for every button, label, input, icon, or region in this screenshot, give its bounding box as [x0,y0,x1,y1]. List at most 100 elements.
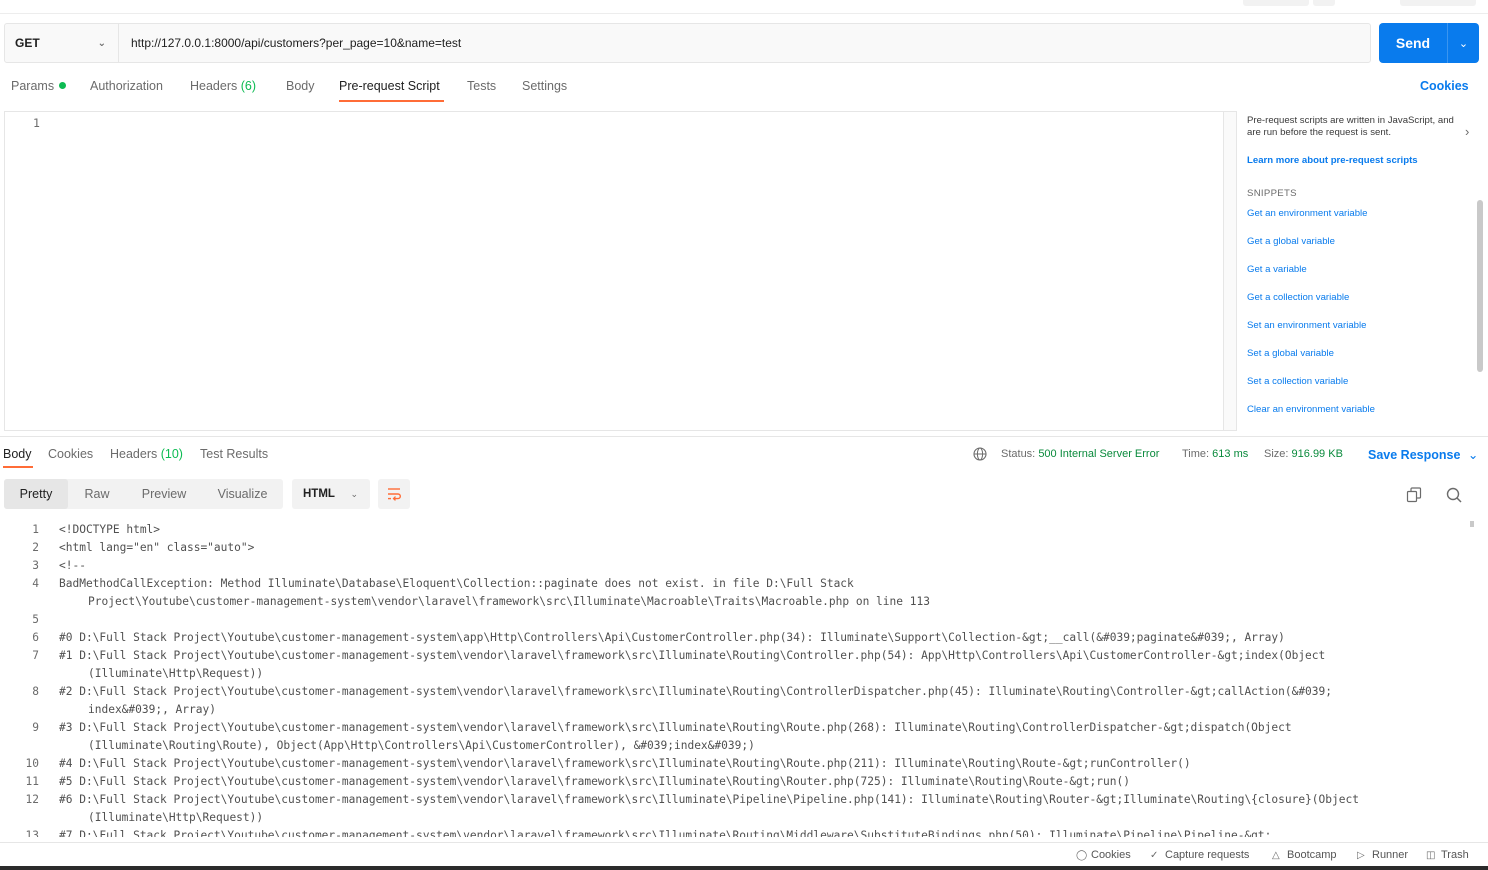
format-select[interactable]: HTML ⌄ [292,479,370,509]
snippet-item[interactable]: Set an environment variable [1247,320,1366,331]
response-body-code[interactable]: 1 <!DOCTYPE html> 2 <html lang="en" class="… [0,521,1466,837]
pane-divider[interactable] [0,436,1488,437]
code-line: 1 <!DOCTYPE html> [0,521,1466,539]
footer-runner[interactable]: ▷ Runner [1357,849,1408,861]
chevron-down-icon: ⌄ [350,488,358,499]
footer-runner-label: Runner [1372,849,1409,861]
cookies-link[interactable]: Cookies [1420,79,1469,93]
runner-icon: ▷ [1357,850,1365,861]
snippet-item[interactable]: Set a global variable [1247,348,1334,359]
code-line-text: #7 D:\Full Stack Project\Youtube\custome… [59,829,1272,837]
time-info: Time: 613 ms [1182,448,1248,460]
code-line-number: 1 [32,523,39,536]
search-icon[interactable] [1445,486,1463,504]
snippet-item[interactable]: Get a collection variable [1247,292,1349,303]
footer-capture-requests[interactable]: ✓ Capture requests [1150,849,1249,861]
tab-body[interactable]: Body [286,79,315,93]
request-url-bar: GET ⌄ http://127.0.0.1:8000/api/customer… [4,23,1371,63]
code-line: (Illuminate\Http\Request)) [0,809,1466,827]
view-mode-switcher: Pretty Raw Preview Visualize [4,479,283,509]
tab-tests[interactable]: Tests [467,79,496,93]
footer-bootcamp[interactable]: △ Bootcamp [1272,849,1337,861]
top-ghost-button[interactable] [1243,0,1309,6]
code-line-text: (Illuminate\Routing\Route), Object(App\H… [88,739,755,752]
tab-label: Params [11,79,55,93]
send-button[interactable]: Send [1379,23,1447,63]
tab-pre-request-script[interactable]: Pre-request Script [339,79,440,93]
code-line-text: #2 D:\Full Stack Project\Youtube\custome… [59,685,1332,698]
view-preview-button[interactable]: Preview [126,479,202,509]
tab-params[interactable]: Params [11,79,67,93]
tab-settings[interactable]: Settings [522,79,567,93]
capture-icon: ✓ [1150,850,1159,861]
size-info: Size: 916.99 KB [1264,448,1343,460]
snippets-description: Pre-request scripts are written in JavaS… [1247,115,1454,138]
view-pretty-button[interactable]: Pretty [4,479,68,509]
code-line: 7 #1 D:\Full Stack Project\Youtube\custom… [0,647,1466,665]
code-line-text: #1 D:\Full Stack Project\Youtube\custome… [59,649,1326,662]
snippet-item[interactable]: Get an environment variable [1247,208,1368,219]
tab-label: Headers [190,79,238,93]
snippets-scrollbar[interactable] [1477,200,1483,372]
code-line: Project\Youtube\customer-management-syst… [0,593,1466,611]
code-line-text: <html lang="en" class="auto"> [59,541,255,554]
snippet-item[interactable]: Clear an environment variable [1247,404,1375,415]
snippet-item[interactable]: Set a collection variable [1247,376,1348,387]
send-options-button[interactable]: ⌄ [1447,23,1479,63]
code-line-number: 6 [32,631,39,644]
code-line-number: 3 [32,559,39,572]
response-scrollbar[interactable] [1470,521,1474,527]
code-line-text: (Illuminate\Http\Request)) [88,811,264,824]
copy-icon[interactable] [1405,486,1423,504]
code-line-number: 8 [32,685,39,698]
code-line-text: #6 D:\Full Stack Project\Youtube\custome… [59,793,1359,806]
window-bottom-edge [0,866,1488,870]
code-line-text: BadMethodCallException: Method Illuminat… [59,577,854,590]
editor-scrollbar[interactable] [1224,111,1237,431]
snippet-item[interactable]: Get a variable [1247,264,1307,275]
footer-bootcamp-label: Bootcamp [1287,849,1337,861]
learn-more-link[interactable]: Learn more about pre-request scripts [1247,155,1418,166]
footer-cookies-label: Cookies [1091,849,1131,861]
view-visualize-button[interactable]: Visualize [202,479,283,509]
url-input[interactable]: http://127.0.0.1:8000/api/customers?per_… [119,36,461,50]
code-line: 13 #7 D:\Full Stack Project\Youtube\custo… [0,827,1466,837]
tab-test-results[interactable]: Test Results [200,447,268,461]
size-value[interactable]: 916.99 KB [1292,448,1343,460]
tab-label: Headers [110,447,158,461]
top-ghost-button[interactable] [1400,0,1476,6]
code-line: 4 BadMethodCallException: Method Illumina… [0,575,1466,593]
tab-headers[interactable]: Headers (6) [190,79,256,93]
footer-trash[interactable]: ◫ Trash [1426,849,1469,861]
globe-icon[interactable] [973,447,987,461]
method-select[interactable]: GET ⌄ [5,24,119,62]
code-line-text: <!-- [59,559,86,572]
tab-authorization[interactable]: Authorization [90,79,163,93]
snippet-item[interactable]: Get a global variable [1247,236,1335,247]
chevron-down-icon: ⌄ [1467,448,1479,462]
status-value[interactable]: 500 Internal Server Error [1038,448,1159,460]
code-line-text: #0 D:\Full Stack Project\Youtube\custome… [59,631,1285,644]
code-line-text: (Illuminate\Http\Request)) [88,667,264,680]
tab-response-cookies[interactable]: Cookies [48,447,93,461]
save-response-button[interactable]: Save Response ⌄ [1368,447,1478,462]
code-line: 8 #2 D:\Full Stack Project\Youtube\custom… [0,683,1466,701]
chevron-right-icon[interactable]: › [1465,124,1469,139]
tab-response-headers[interactable]: Headers (10) [110,447,183,461]
status-label: Status: [1001,448,1036,460]
wrap-lines-button[interactable] [378,479,410,509]
chevron-down-icon: ⌄ [97,37,106,49]
code-line-text: #4 D:\Full Stack Project\Youtube\custome… [59,757,1191,770]
code-line-number: 7 [32,649,39,662]
code-line: 12 #6 D:\Full Stack Project\Youtube\custo… [0,791,1466,809]
tab-response-body[interactable]: Body [3,447,32,461]
view-raw-button[interactable]: Raw [68,479,126,509]
code-line: (Illuminate\Http\Request)) [0,665,1466,683]
code-line: 3 <!-- [0,557,1466,575]
active-tab-indicator [339,100,444,102]
pre-request-script-editor[interactable]: 1 [4,111,1224,431]
top-ghost-button[interactable] [1313,0,1335,6]
time-value[interactable]: 613 ms [1212,448,1248,460]
footer-cookies[interactable]: ◯ Cookies [1076,849,1131,861]
top-strip [0,0,1488,14]
